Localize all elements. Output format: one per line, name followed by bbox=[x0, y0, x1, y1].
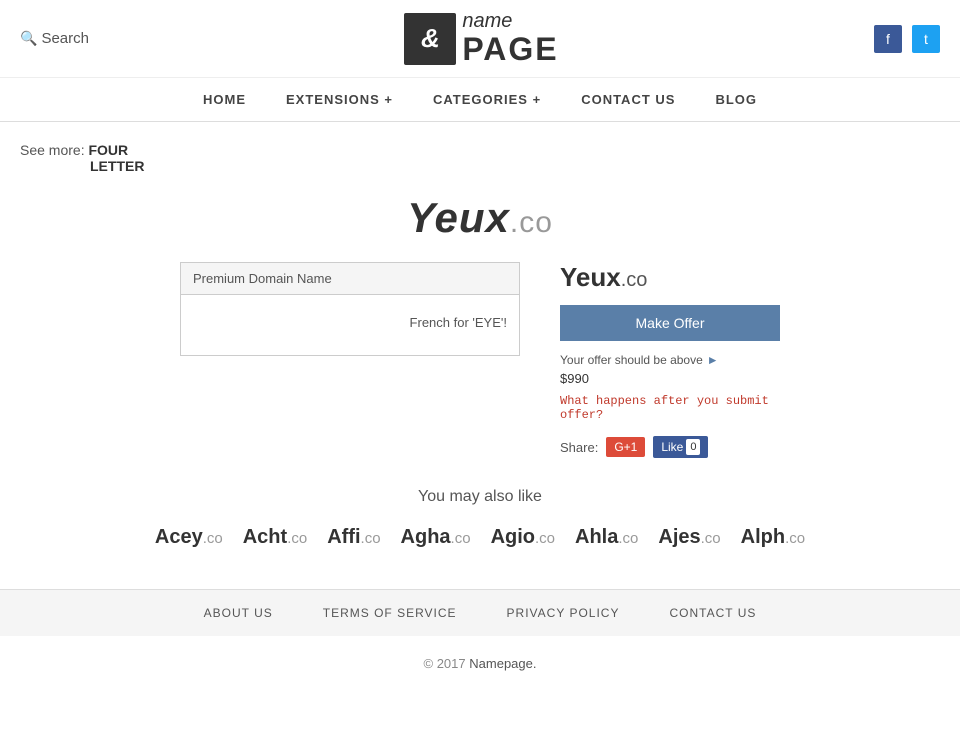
domain-content: Premium Domain Name French for 'EYE'! Ye… bbox=[20, 262, 940, 458]
footer-link-item[interactable]: CONTACT US bbox=[669, 606, 756, 620]
domain-item-tld: .co bbox=[785, 530, 805, 547]
box-header: Premium Domain Name bbox=[181, 263, 519, 295]
also-like-title: You may also like bbox=[20, 488, 940, 506]
footer-links: ABOUT US TERMS OF SERVICE PRIVACY POLICY CO… bbox=[0, 589, 960, 636]
domain-item-tld: .co bbox=[361, 530, 381, 547]
domain-item-name: Ajes bbox=[658, 526, 700, 548]
domain-item-name: Alph bbox=[741, 526, 785, 548]
domain-item-tld: .co bbox=[535, 530, 555, 547]
logo-name: name bbox=[462, 10, 558, 32]
domain-item-name: Agio bbox=[491, 526, 535, 548]
twitter-icon[interactable]: t bbox=[912, 25, 940, 53]
footer-bottom: © 2017 Namepage. bbox=[0, 636, 960, 691]
logo[interactable]: & name PAGE bbox=[404, 10, 558, 67]
domain-item-tld: .co bbox=[701, 530, 721, 547]
logo-icon: & bbox=[421, 23, 440, 54]
domain-list-item[interactable]: Agio.co bbox=[491, 526, 555, 549]
offer-panel: Yeux.co Make Offer Your offer should be … bbox=[560, 262, 780, 458]
domain-item-tld: .co bbox=[203, 530, 223, 547]
domain-list-item[interactable]: Acey.co bbox=[155, 526, 223, 549]
footer-link-item[interactable]: PRIVACY POLICY bbox=[507, 606, 620, 620]
nav-categories[interactable]: CATEGORIES + bbox=[433, 92, 541, 107]
domain-item-name: Affi bbox=[327, 526, 360, 548]
nav-home[interactable]: HOME bbox=[203, 92, 246, 107]
domain-section: Yeux.co Premium Domain Name French for '… bbox=[20, 194, 940, 458]
offer-domain-name: Yeux.co bbox=[560, 262, 780, 293]
footer-brand[interactable]: Namepage. bbox=[469, 656, 536, 671]
copyright-text: © 2017 bbox=[424, 656, 466, 671]
share-label: Share: bbox=[560, 440, 598, 455]
domain-info-box: Premium Domain Name French for 'EYE'! bbox=[180, 262, 520, 356]
domain-list-item[interactable]: Acht.co bbox=[243, 526, 307, 549]
social-links: f t bbox=[874, 25, 940, 53]
also-like-section: You may also like Acey.coAcht.coAffi.coA… bbox=[20, 488, 940, 549]
search-icon: 🔍 bbox=[20, 30, 37, 47]
domain-list-item[interactable]: Ajes.co bbox=[658, 526, 720, 549]
see-more-link1[interactable]: FOUR bbox=[88, 142, 128, 158]
box-body: French for 'EYE'! bbox=[181, 295, 519, 355]
logo-box: & bbox=[404, 13, 456, 65]
see-more-prefix: See more: bbox=[20, 142, 85, 158]
domain-list-item[interactable]: Affi.co bbox=[327, 526, 380, 549]
domain-item-tld: .co bbox=[287, 530, 307, 547]
see-more-link2[interactable]: LETTER bbox=[90, 158, 144, 174]
main-content: See more: FOUR LETTER Yeux.co Premium Do… bbox=[0, 122, 960, 589]
logo-text: name PAGE bbox=[462, 10, 558, 67]
domain-list-item[interactable]: Ahla.co bbox=[575, 526, 638, 549]
offer-info-label: Your offer should be above bbox=[560, 353, 703, 367]
search-button[interactable]: 🔍 Search bbox=[20, 30, 89, 47]
domain-item-tld: .co bbox=[618, 530, 638, 547]
offer-tld-text: .co bbox=[621, 269, 648, 291]
see-more: See more: FOUR LETTER bbox=[20, 142, 940, 174]
offer-arrow-icon: ► bbox=[707, 353, 719, 367]
gplus-button[interactable]: G+1 bbox=[606, 437, 645, 457]
share-row: Share: G+1 Like 0 bbox=[560, 436, 780, 458]
fb-count: 0 bbox=[686, 439, 700, 455]
fb-like-label: Like bbox=[661, 440, 683, 454]
offer-info-text: Your offer should be above ► bbox=[560, 353, 780, 367]
facebook-icon[interactable]: f bbox=[874, 25, 902, 53]
search-label: Search bbox=[41, 30, 89, 47]
footer-link-item[interactable]: ABOUT US bbox=[204, 606, 273, 620]
domain-item-tld: .co bbox=[451, 530, 471, 547]
nav-extensions[interactable]: EXTENSIONS + bbox=[286, 92, 393, 107]
domain-item-name: Agha bbox=[401, 526, 451, 548]
nav-contact[interactable]: CONTACT US bbox=[581, 92, 675, 107]
logo-page: PAGE bbox=[462, 32, 558, 67]
domain-main-title: Yeux.co bbox=[407, 194, 553, 242]
domain-list-item[interactable]: Agha.co bbox=[401, 526, 471, 549]
facebook-like-button[interactable]: Like 0 bbox=[653, 436, 708, 458]
offer-name-text: Yeux bbox=[560, 262, 621, 292]
nav-blog[interactable]: BLOG bbox=[715, 92, 757, 107]
domain-item-name: Ahla bbox=[575, 526, 618, 548]
offer-link[interactable]: What happens after you submit offer? bbox=[560, 394, 780, 422]
offer-amount: $990 bbox=[560, 371, 780, 386]
main-nav: HOME EXTENSIONS + CATEGORIES + CONTACT U… bbox=[0, 78, 960, 122]
domain-list-item[interactable]: Alph.co bbox=[741, 526, 805, 549]
domain-item-name: Acht bbox=[243, 526, 287, 548]
make-offer-button[interactable]: Make Offer bbox=[560, 305, 780, 341]
domain-item-name: Acey bbox=[155, 526, 203, 548]
domain-tld-display: .co bbox=[510, 206, 553, 239]
header: 🔍 Search & name PAGE f t bbox=[0, 0, 960, 78]
domain-name-display: Yeux bbox=[407, 194, 510, 241]
domain-list: Acey.coAcht.coAffi.coAgha.coAgio.coAhla.… bbox=[20, 526, 940, 549]
footer-link-item[interactable]: TERMS OF SERVICE bbox=[323, 606, 457, 620]
